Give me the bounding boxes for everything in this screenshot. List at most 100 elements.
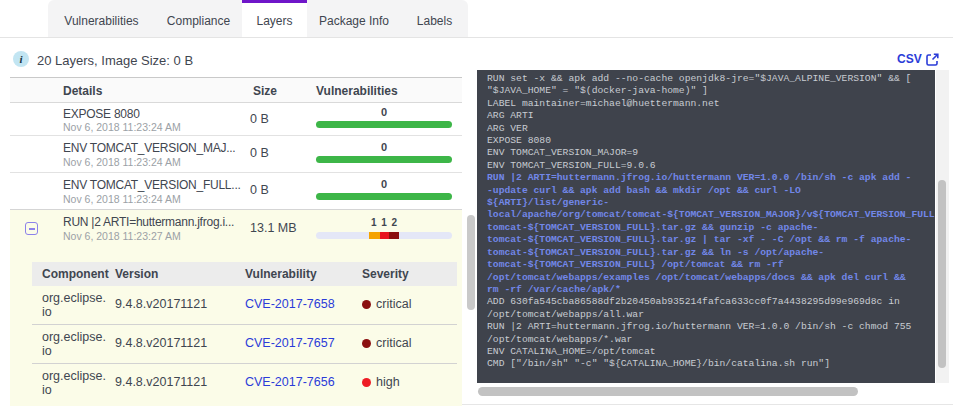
layers-table-header: Details Size Vulnerabilities (10, 77, 462, 103)
code-line: rm -rf /var/cache/apk/* (487, 284, 935, 296)
code-line: tomcat-${TOMCAT_VERSION_FULL}.tar.gz && … (487, 222, 935, 234)
tab-compliance[interactable]: Compliance (155, 0, 242, 38)
layer-row-expose-8080[interactable]: EXPOSE 8080 Nov 6, 2018 11:23:24 AM 0 B … (10, 103, 462, 136)
severity-cell: high (362, 375, 400, 389)
csv-label: CSV (897, 52, 922, 66)
layer-date: Nov 6, 2018 11:23:24 AM (63, 121, 181, 133)
column-size: Size (253, 84, 277, 98)
code-line: /opt/tomcat/webapps/*.war (487, 334, 935, 346)
code-line: -update curl && apk add bash && mkdir /o… (487, 185, 935, 197)
code-line: LABEL maintainer=michael@huettermann.net (487, 98, 935, 110)
vuln-count: 0 (316, 141, 452, 153)
code-line: ENV TOMCAT_VERSION_FULL=9.0.6 (487, 160, 935, 172)
code-line: ARG ARTI (487, 110, 935, 122)
tab-bar-divider (0, 37, 953, 38)
vulnerability-table-header: Component Version Vulnerability Severity (32, 262, 457, 286)
dockerfile-code: RUN set -x && apk add --no-cache openjdk… (487, 73, 935, 371)
column-component: Component (42, 267, 109, 281)
layer-date: Nov 6, 2018 11:23:24 AM (63, 193, 181, 205)
code-line: EXPOSE 8080 (487, 135, 935, 147)
component-version: 9.4.8.v20171121 (115, 336, 207, 350)
code-line: /opt/tomcat/webapps/all.war (487, 309, 935, 321)
code-line: ADD 630fa545cba86588df2b20450ab935214faf… (487, 296, 935, 308)
cve-link[interactable]: CVE-2017-7656 (245, 375, 335, 389)
code-line: CMD ["/bin/sh" "-c" "${CATALINA_HOME}/bi… (487, 358, 935, 370)
severity-cell: critical (362, 297, 411, 311)
code-line: local/apache/org/tomcat/tomcat-${TOMCAT_… (487, 209, 935, 221)
code-scrollbar-thumb[interactable] (938, 180, 946, 368)
cve-link[interactable]: CVE-2017-7658 (245, 297, 335, 311)
dockerfile-panel: RUN set -x && apk add --no-cache openjdk… (477, 70, 935, 383)
component-version: 9.4.8.v20171121 (115, 375, 207, 389)
vuln-bar-green (316, 121, 452, 128)
column-vulnerabilities: Vulnerabilities (316, 84, 398, 98)
code-hscrollbar-thumb[interactable] (478, 387, 858, 396)
code-line: RUN set -x && apk add --no-cache openjdk… (487, 73, 935, 85)
layer-title: ENV TOMCAT_VERSION_FULL... (63, 178, 241, 192)
severity-label: critical (376, 336, 411, 350)
component-version: 9.4.8.v20171121 (115, 297, 207, 311)
tab-vulnerabilities[interactable]: Vulnerabilities (48, 0, 155, 38)
layer-size: 13.1 MB (250, 221, 297, 235)
vuln-count: 1 1 2 (316, 217, 452, 228)
code-line: ${ARTI}/list/generic- (487, 197, 935, 209)
csv-export-button[interactable]: CSV (897, 52, 939, 66)
column-severity: Severity (362, 267, 409, 281)
collapse-icon[interactable] (25, 222, 38, 235)
vuln-bar-green (316, 193, 452, 200)
code-line: ARG VER (487, 123, 935, 135)
vuln-bar-green (316, 156, 452, 163)
component-name: org.eclipse.io (42, 291, 106, 319)
layer-date: Nov 6, 2018 11:23:27 AM (63, 230, 181, 242)
export-icon (926, 53, 939, 66)
layer-title: EXPOSE 8080 (63, 107, 140, 121)
tab-package-info[interactable]: Package Info (307, 0, 401, 38)
tab-bar: Vulnerabilities Compliance Layers Packag… (48, 0, 468, 38)
column-details: Details (63, 84, 102, 98)
cve-link[interactable]: CVE-2017-7657 (245, 336, 335, 350)
code-line: ENV TOMCAT_VERSION_MAJOR=9 (487, 147, 935, 159)
column-vulnerability: Vulnerability (245, 267, 317, 281)
layer-row-env-full[interactable]: ENV TOMCAT_VERSION_FULL... Nov 6, 2018 1… (10, 173, 462, 210)
bottom-border (462, 404, 953, 405)
vulnerability-row[interactable]: org.eclipse.io 9.4.8.v20171121 CVE-2017-… (32, 286, 457, 325)
vulnerability-row[interactable]: org.eclipse.io 9.4.8.v20171121 CVE-2017-… (32, 325, 457, 364)
severity-dot (362, 300, 371, 309)
code-line: RUN |2 ARTI=huttermann.jfrog.io/hutterma… (487, 172, 935, 184)
component-name: org.eclipse.io (42, 369, 106, 397)
vulnerability-table: Component Version Vulnerability Severity… (32, 262, 457, 406)
code-line: tomcat-${TOMCAT_VERSION_FULL}.tar.gz | t… (487, 234, 935, 246)
code-line: ENV CATALINA_HOME=/opt/tomcat (487, 346, 935, 358)
severity-dot (362, 378, 371, 387)
vuln-bar-severity (316, 232, 452, 239)
layer-title: RUN |2 ARTI=huttermann.jfrog.i... (63, 215, 234, 229)
bar-segment-medium (369, 232, 380, 239)
severity-label: critical (376, 297, 411, 311)
vuln-count: 0 (316, 106, 452, 118)
column-version: Version (115, 267, 158, 281)
bar-segment-high (380, 232, 389, 239)
component-name: org.eclipse.io (42, 330, 106, 358)
code-line: RUN |2 ARTI=huttermann.jfrog.io/hutterma… (487, 321, 935, 333)
severity-dot (362, 339, 371, 348)
info-icon: i (13, 51, 29, 67)
severity-cell: critical (362, 336, 411, 350)
layer-row-run-expanded[interactable]: RUN |2 ARTI=huttermann.jfrog.i... Nov 6,… (10, 210, 462, 406)
tab-layers[interactable]: Layers (242, 0, 307, 38)
code-line: tomcat-${TOMCAT_VERSION_FULL}.tar.gz && … (487, 247, 935, 259)
layer-date: Nov 6, 2018 11:23:24 AM (63, 156, 181, 168)
layer-title: ENV TOMCAT_VERSION_MAJ... (63, 141, 235, 155)
bar-segment-critical (389, 232, 399, 239)
vuln-count: 0 (316, 178, 452, 190)
code-line: /opt/tomcat/webapps/examples /opt/tomcat… (487, 272, 935, 284)
code-line: "$JAVA_HOME" = "$(docker-java-home)" ] (487, 85, 935, 97)
vulnerability-row[interactable]: org.eclipse.io 9.4.8.v20171121 CVE-2017-… (32, 364, 457, 406)
tab-labels[interactable]: Labels (401, 0, 468, 38)
layer-size: 0 B (250, 112, 269, 126)
layers-scrollbar-thumb[interactable] (467, 215, 475, 310)
severity-label: high (376, 375, 400, 389)
layer-row-env-major[interactable]: ENV TOMCAT_VERSION_MAJ... Nov 6, 2018 11… (10, 136, 462, 173)
layers-summary: 20 Layers, Image Size: 0 B (37, 53, 193, 68)
layer-size: 0 B (250, 146, 269, 160)
code-line: tomcat-${TOMCAT_VERSION_FULL} /opt/tomca… (487, 259, 935, 271)
